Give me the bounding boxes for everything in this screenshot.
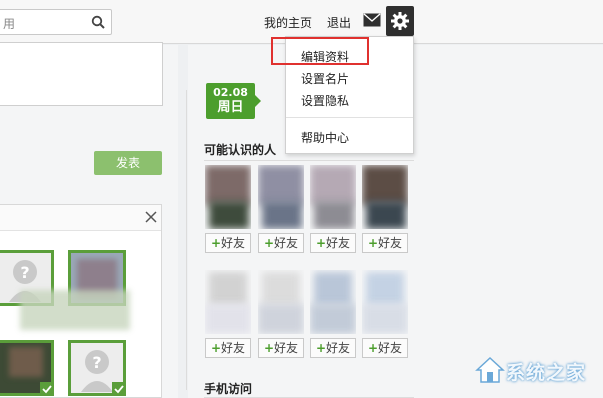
date-badge: 02.08 周日 (206, 83, 261, 119)
menu-item-set-card[interactable]: 设置名片 (301, 70, 349, 87)
friend-suggestion: +好友 (205, 165, 251, 253)
menu-divider (286, 117, 413, 118)
mobile-access-title: 手机访问 (204, 382, 253, 396)
friend-photo[interactable] (205, 270, 251, 334)
friend-photo[interactable] (362, 270, 408, 334)
avatar[interactable]: ? (68, 340, 126, 396)
watermark: 系统之家 (472, 348, 602, 392)
add-friend-button[interactable]: +好友 (258, 338, 304, 358)
svg-text:?: ? (92, 353, 101, 372)
search-icon[interactable] (91, 15, 105, 29)
blurred-names (20, 290, 130, 330)
selected-check (112, 382, 126, 396)
settings-button[interactable] (386, 6, 414, 36)
add-friend-button[interactable]: +好友 (362, 338, 408, 358)
search-input[interactable]: 用 (0, 9, 112, 35)
menu-item-help-center[interactable]: 帮助中心 (301, 129, 349, 146)
avatar[interactable] (0, 340, 54, 396)
add-friend-button[interactable]: +好友 (258, 233, 304, 253)
friend-suggestion: +好友 (362, 165, 408, 253)
friend-suggestion: +好友 (362, 270, 408, 358)
nav-logout[interactable]: 退出 (327, 14, 351, 31)
post-button[interactable]: 发表 (94, 151, 162, 175)
add-friend-button[interactable]: +好友 (310, 338, 356, 358)
default-avatar-icon: ? (81, 350, 113, 392)
add-friend-button[interactable]: +好友 (205, 338, 251, 358)
friend-photo[interactable] (310, 270, 356, 334)
column-divider (186, 90, 187, 390)
friend-photo[interactable] (362, 165, 408, 229)
mail-icon[interactable] (363, 13, 381, 27)
people-you-may-know-title: 可能认识的人 (204, 143, 277, 157)
friend-suggestion: +好友 (258, 270, 304, 358)
add-friend-button[interactable]: +好友 (205, 233, 251, 253)
menu-item-privacy[interactable]: 设置隐私 (301, 92, 349, 109)
selected-check (40, 382, 54, 396)
nav-my-homepage[interactable]: 我的主页 (264, 14, 312, 31)
friend-suggestion: +好友 (310, 270, 356, 358)
weekday-text: 周日 (217, 100, 244, 115)
section-divider (204, 160, 414, 161)
watermark-text: 系统之家 (506, 362, 587, 384)
friend-photo[interactable] (258, 165, 304, 229)
add-friend-button[interactable]: +好友 (310, 233, 356, 253)
friend-photo[interactable] (310, 165, 356, 229)
highlight-annotation (271, 37, 369, 65)
blurred-photo (9, 347, 43, 377)
panel-header (0, 205, 161, 231)
check-icon (42, 385, 52, 394)
post-textarea[interactable] (0, 42, 163, 106)
friend-suggestion: +好友 (258, 165, 304, 253)
friend-suggestion: +好友 (310, 165, 356, 253)
house-logo-icon (475, 356, 505, 383)
check-icon (114, 385, 124, 394)
date-text: 02.08 (213, 86, 248, 99)
friend-suggestion: +好友 (205, 270, 251, 358)
svg-text:?: ? (20, 263, 29, 282)
close-icon[interactable] (145, 211, 157, 223)
gear-icon (391, 12, 409, 30)
friend-photo[interactable] (258, 270, 304, 334)
friend-photo[interactable] (205, 165, 251, 229)
search-placeholder: 用 (3, 17, 16, 31)
add-friend-button[interactable]: +好友 (362, 233, 408, 253)
